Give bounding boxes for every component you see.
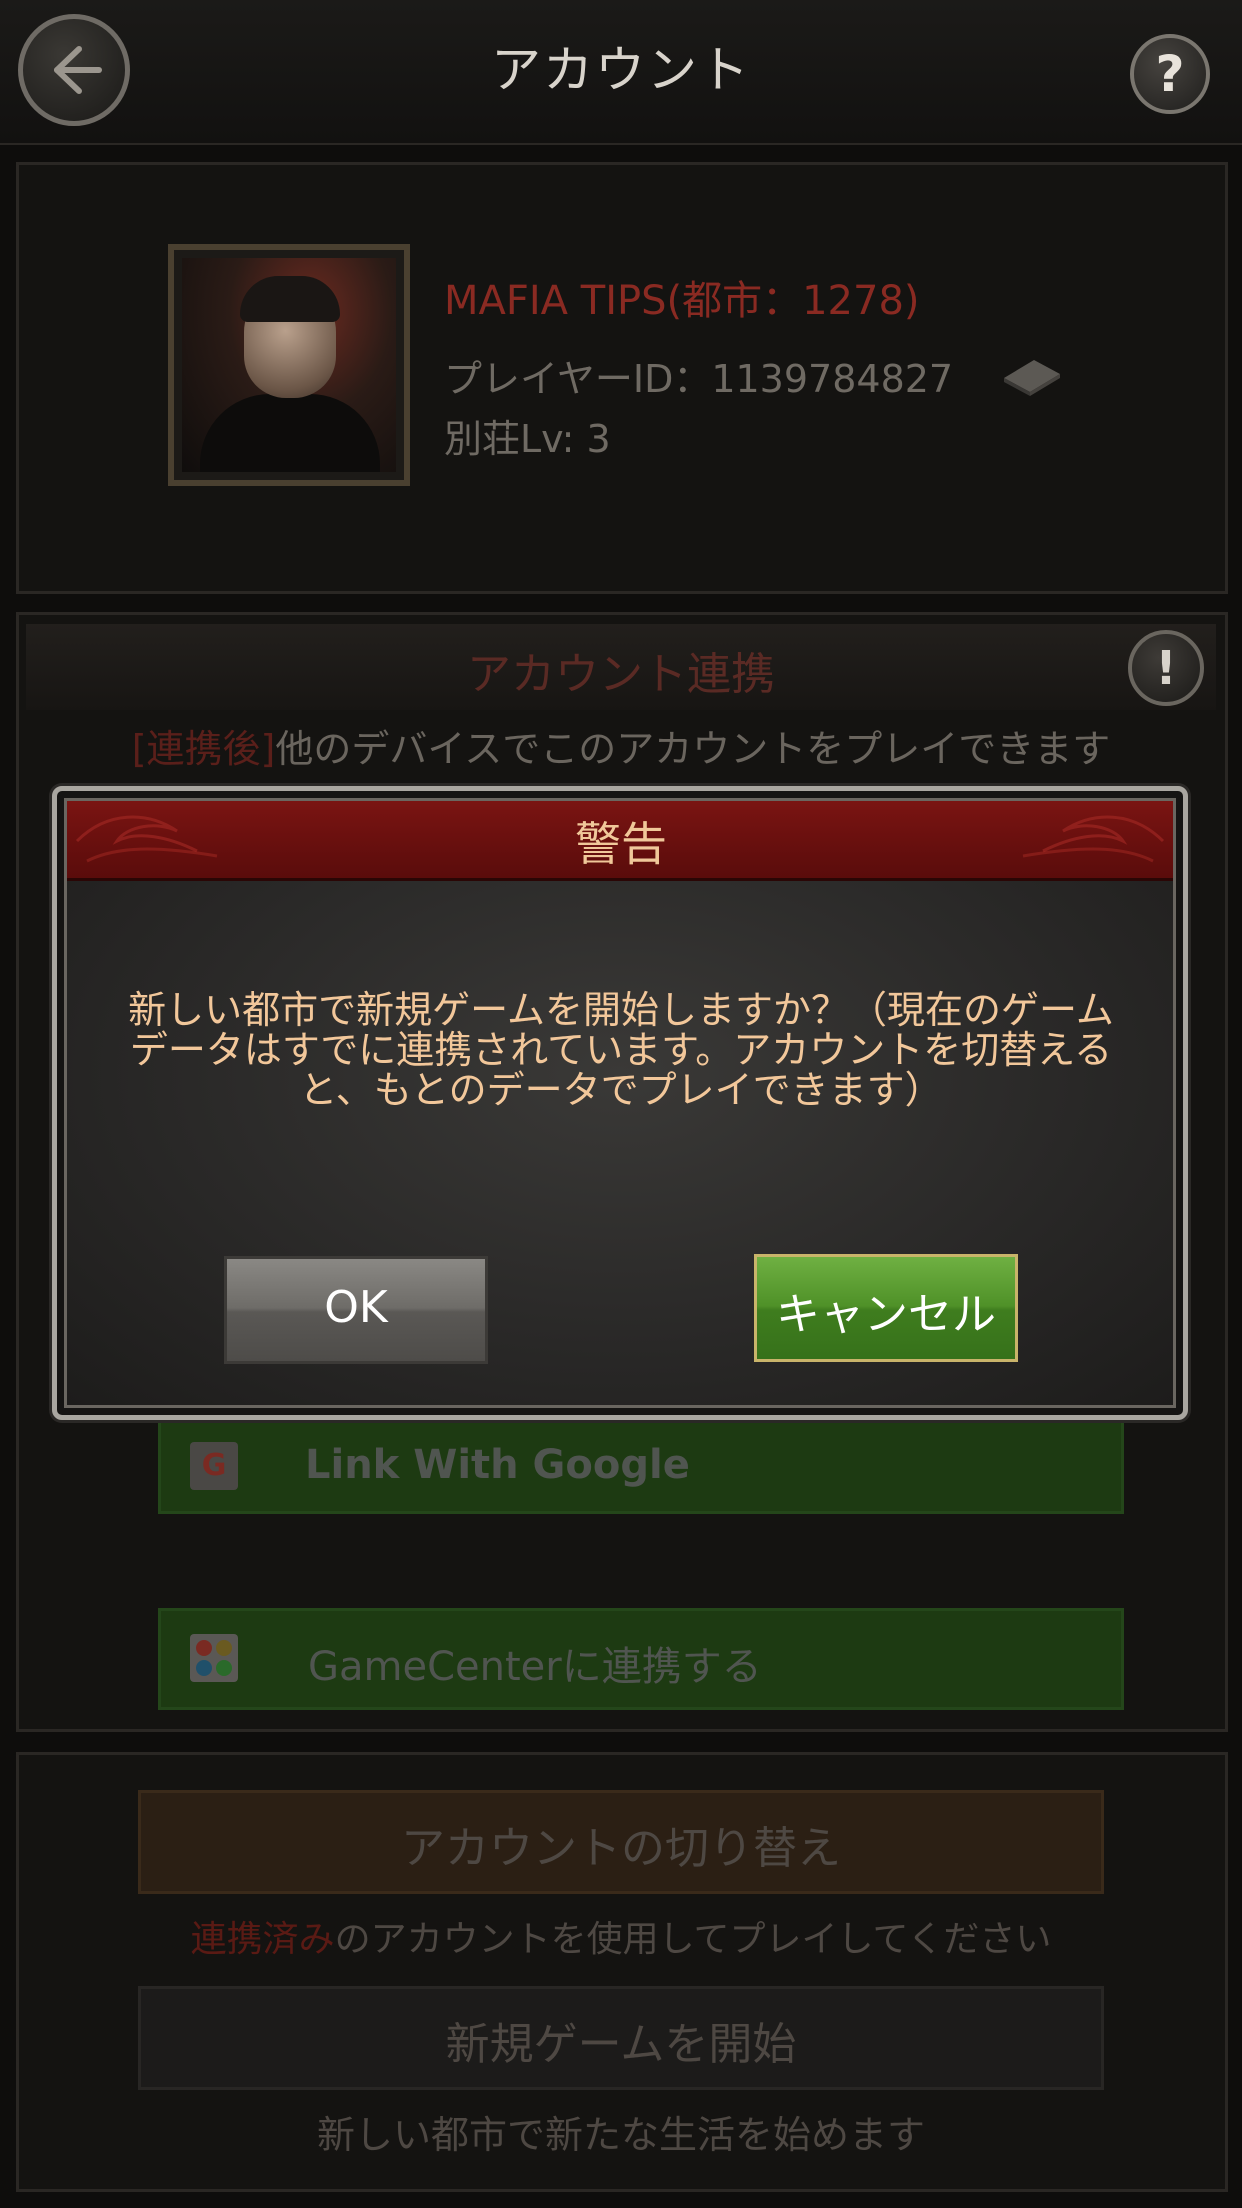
account-link-note-highlight: [連携後] (131, 727, 276, 771)
avatar[interactable] (182, 258, 396, 472)
gamecenter-icon (190, 1634, 238, 1682)
new-game-label: 新規ゲームを開始 (445, 2019, 797, 2070)
warning-dialog-message: 新しい都市で新規ゲームを開始しますか？（現在のゲームデータはすでに連携されていま… (128, 988, 1114, 1112)
link-gamecenter-label: GameCenterに連携する (308, 1644, 762, 1690)
player-level: 別荘Lv: 3 (444, 417, 611, 461)
google-icon: G (190, 1442, 238, 1490)
link-google-label: Link With Google (305, 1442, 690, 1488)
ok-button-label: OK (324, 1282, 388, 1333)
account-link-title: アカウント連携 (467, 649, 775, 700)
cancel-button-label: キャンセル (776, 1289, 996, 1340)
help-icon: ? (1155, 45, 1185, 103)
copy-icon[interactable] (1000, 356, 1064, 396)
switch-account-note-highlight: 連携済み (190, 1919, 335, 1960)
account-link-note-text: 他のデバイスでこのアカウントをプレイできます (275, 727, 1111, 771)
switch-account-note-text: のアカウントを使用してプレイしてください (334, 1919, 1052, 1960)
switch-account-label: アカウントの切り替え (401, 1823, 841, 1874)
help-button[interactable]: ? (1130, 34, 1210, 114)
info-button[interactable]: ! (1128, 630, 1204, 706)
switch-account-note: 連携済みのアカウントを使用してプレイしてください (0, 1910, 1242, 1962)
warning-dialog-title: 警告 (575, 817, 667, 871)
new-game-note: 新しい都市で新たな生活を始めます (316, 2113, 925, 2157)
account-link-note: [連携後]他のデバイスでこのアカウントをプレイできます (0, 718, 1242, 773)
page-title: アカウント (491, 41, 751, 99)
player-id: プレイヤーID：1139784827 (444, 357, 954, 401)
info-icon: ! (1155, 641, 1177, 695)
player-name: MAFIA TIPS(都市：1278) (444, 278, 920, 324)
